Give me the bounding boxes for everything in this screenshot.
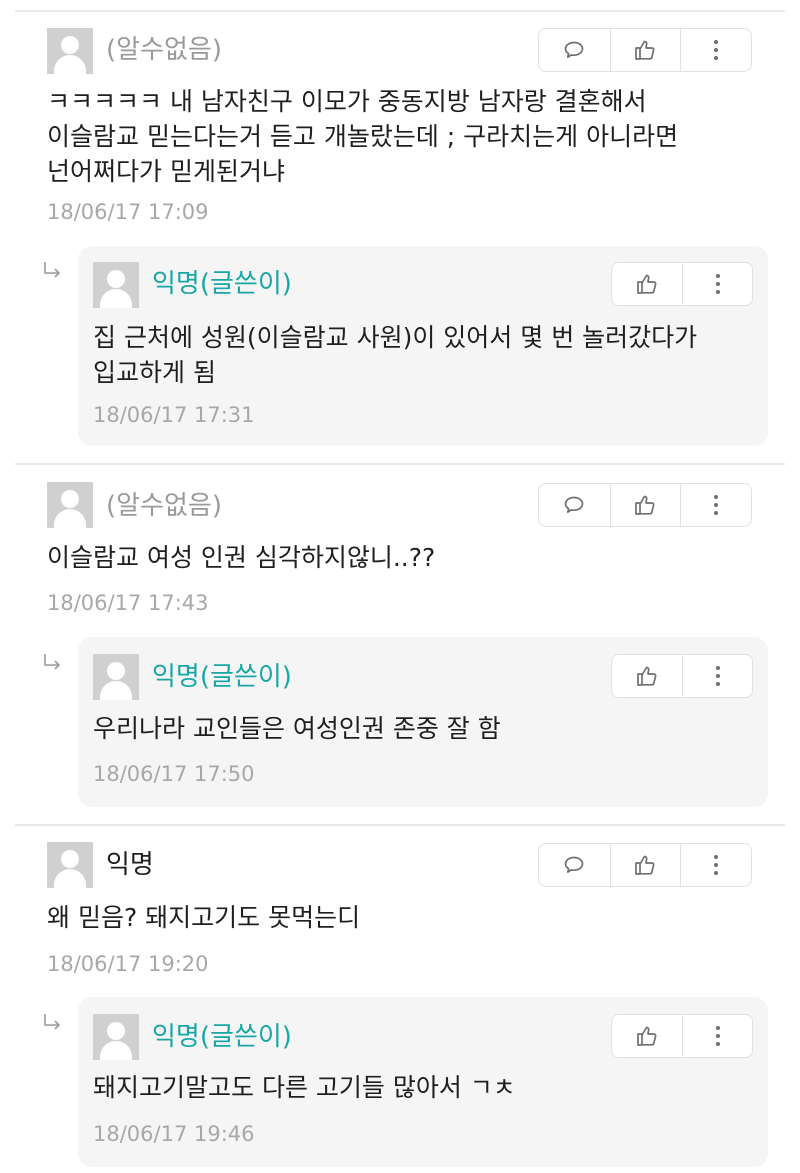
- thumbs-up-icon: [635, 495, 655, 515]
- reply-timestamp: 18/06/17 19:46: [93, 1122, 255, 1146]
- vertical-ellipsis-icon: [714, 855, 719, 875]
- reply-container: 익명(글쓴이) 돼지고기말고도 다른 고기들 많아서 ㄱㅊ 18/06/17 1…: [78, 997, 768, 1167]
- reply-button[interactable]: [539, 844, 610, 886]
- reply-text-line: 입교하게 됨: [93, 358, 216, 387]
- thumbs-up-icon: [635, 40, 655, 60]
- vertical-ellipsis-icon: [715, 1026, 720, 1046]
- comment-text-line: ㅋㅋㅋㅋㅋ 내 남자친구 이모가 중동지방 남자랑 결혼해서: [47, 87, 647, 116]
- thumbs-up-icon: [637, 274, 657, 294]
- more-options-button[interactable]: [682, 1015, 752, 1057]
- comment-author[interactable]: 익명: [106, 849, 154, 881]
- comment-action-bar: [538, 843, 752, 887]
- more-options-button[interactable]: [680, 484, 751, 526]
- reply-button[interactable]: [539, 29, 610, 71]
- speech-bubble-icon: [564, 856, 584, 873]
- comment-text-line: 이슬람교 믿는다는거 듣고 개놀랐는데 ; 구라치는게 아니라면: [47, 122, 679, 151]
- comment-text-line: 왜 믿음? 돼지고기도 못먹는디: [47, 903, 361, 932]
- comment-action-bar: [538, 28, 752, 72]
- thumbs-up-icon: [637, 666, 657, 686]
- like-button[interactable]: [609, 29, 681, 71]
- reply-author[interactable]: 익명(글쓴이): [152, 1021, 292, 1053]
- reply-action-bar: [611, 654, 753, 698]
- comment-text-line: 이슬람교 여성 인권 심각하지않니..??: [47, 543, 436, 572]
- comment-author[interactable]: (알수없음): [106, 34, 222, 66]
- like-button[interactable]: [609, 844, 681, 886]
- vertical-ellipsis-icon: [715, 274, 720, 294]
- avatar[interactable]: [47, 842, 93, 888]
- speech-bubble-icon: [564, 41, 584, 58]
- comment-divider: [15, 463, 785, 465]
- comment-action-bar: [538, 483, 752, 527]
- comment-timestamp: 18/06/17 17:43: [47, 591, 209, 615]
- avatar[interactable]: [47, 28, 93, 74]
- comment-author[interactable]: (알수없음): [106, 490, 222, 522]
- comment-timestamp: 18/06/17 17:09: [47, 200, 209, 224]
- avatar[interactable]: [93, 1014, 139, 1060]
- thumbs-up-icon: [637, 1026, 657, 1046]
- reply-text-line: 돼지고기말고도 다른 고기들 많아서 ㄱㅊ: [93, 1073, 516, 1102]
- vertical-ellipsis-icon: [715, 666, 720, 686]
- thumbs-up-icon: [635, 855, 655, 875]
- more-options-button[interactable]: [680, 844, 751, 886]
- reply-action-bar: [611, 1014, 753, 1058]
- reply-timestamp: 18/06/17 17:31: [93, 403, 255, 427]
- avatar[interactable]: [93, 262, 139, 308]
- reply-author[interactable]: 익명(글쓴이): [152, 661, 292, 693]
- reply-timestamp: 18/06/17 17:50: [93, 762, 255, 786]
- comment-text-line: 넌어쩌다가 믿게된거냐: [47, 157, 285, 186]
- reply-text-line: 집 근처에 성원(이슬람교 사원)이 있어서 몇 번 놀러갔다가: [93, 323, 698, 352]
- avatar[interactable]: [47, 482, 93, 528]
- reply-button[interactable]: [539, 484, 610, 526]
- reply-arrow-icon: [44, 262, 61, 278]
- more-options-button[interactable]: [682, 655, 752, 697]
- reply-arrow-icon: [44, 654, 61, 670]
- speech-bubble-icon: [564, 496, 584, 513]
- comment-timestamp: 18/06/17 19:20: [47, 952, 209, 976]
- top-divider: [15, 10, 785, 12]
- like-button[interactable]: [612, 655, 682, 697]
- more-options-button[interactable]: [682, 263, 752, 305]
- like-button[interactable]: [612, 1015, 682, 1057]
- vertical-ellipsis-icon: [714, 40, 719, 60]
- reply-container: 익명(글쓴이) 집 근처에 성원(이슬람교 사원)이 있어서 몇 번 놀러갔다가…: [78, 246, 768, 446]
- reply-author[interactable]: 익명(글쓴이): [152, 268, 292, 300]
- avatar[interactable]: [93, 654, 139, 700]
- reply-arrow-icon: [44, 1014, 61, 1030]
- comment-divider: [15, 824, 785, 826]
- vertical-ellipsis-icon: [714, 495, 719, 515]
- like-button[interactable]: [609, 484, 681, 526]
- reply-container: 익명(글쓴이) 우리나라 교인들은 여성인권 존중 잘 함 18/06/17 1…: [78, 637, 768, 807]
- like-button[interactable]: [612, 263, 682, 305]
- reply-action-bar: [611, 262, 753, 306]
- reply-text-line: 우리나라 교인들은 여성인권 존중 잘 함: [93, 714, 501, 743]
- more-options-button[interactable]: [680, 29, 751, 71]
